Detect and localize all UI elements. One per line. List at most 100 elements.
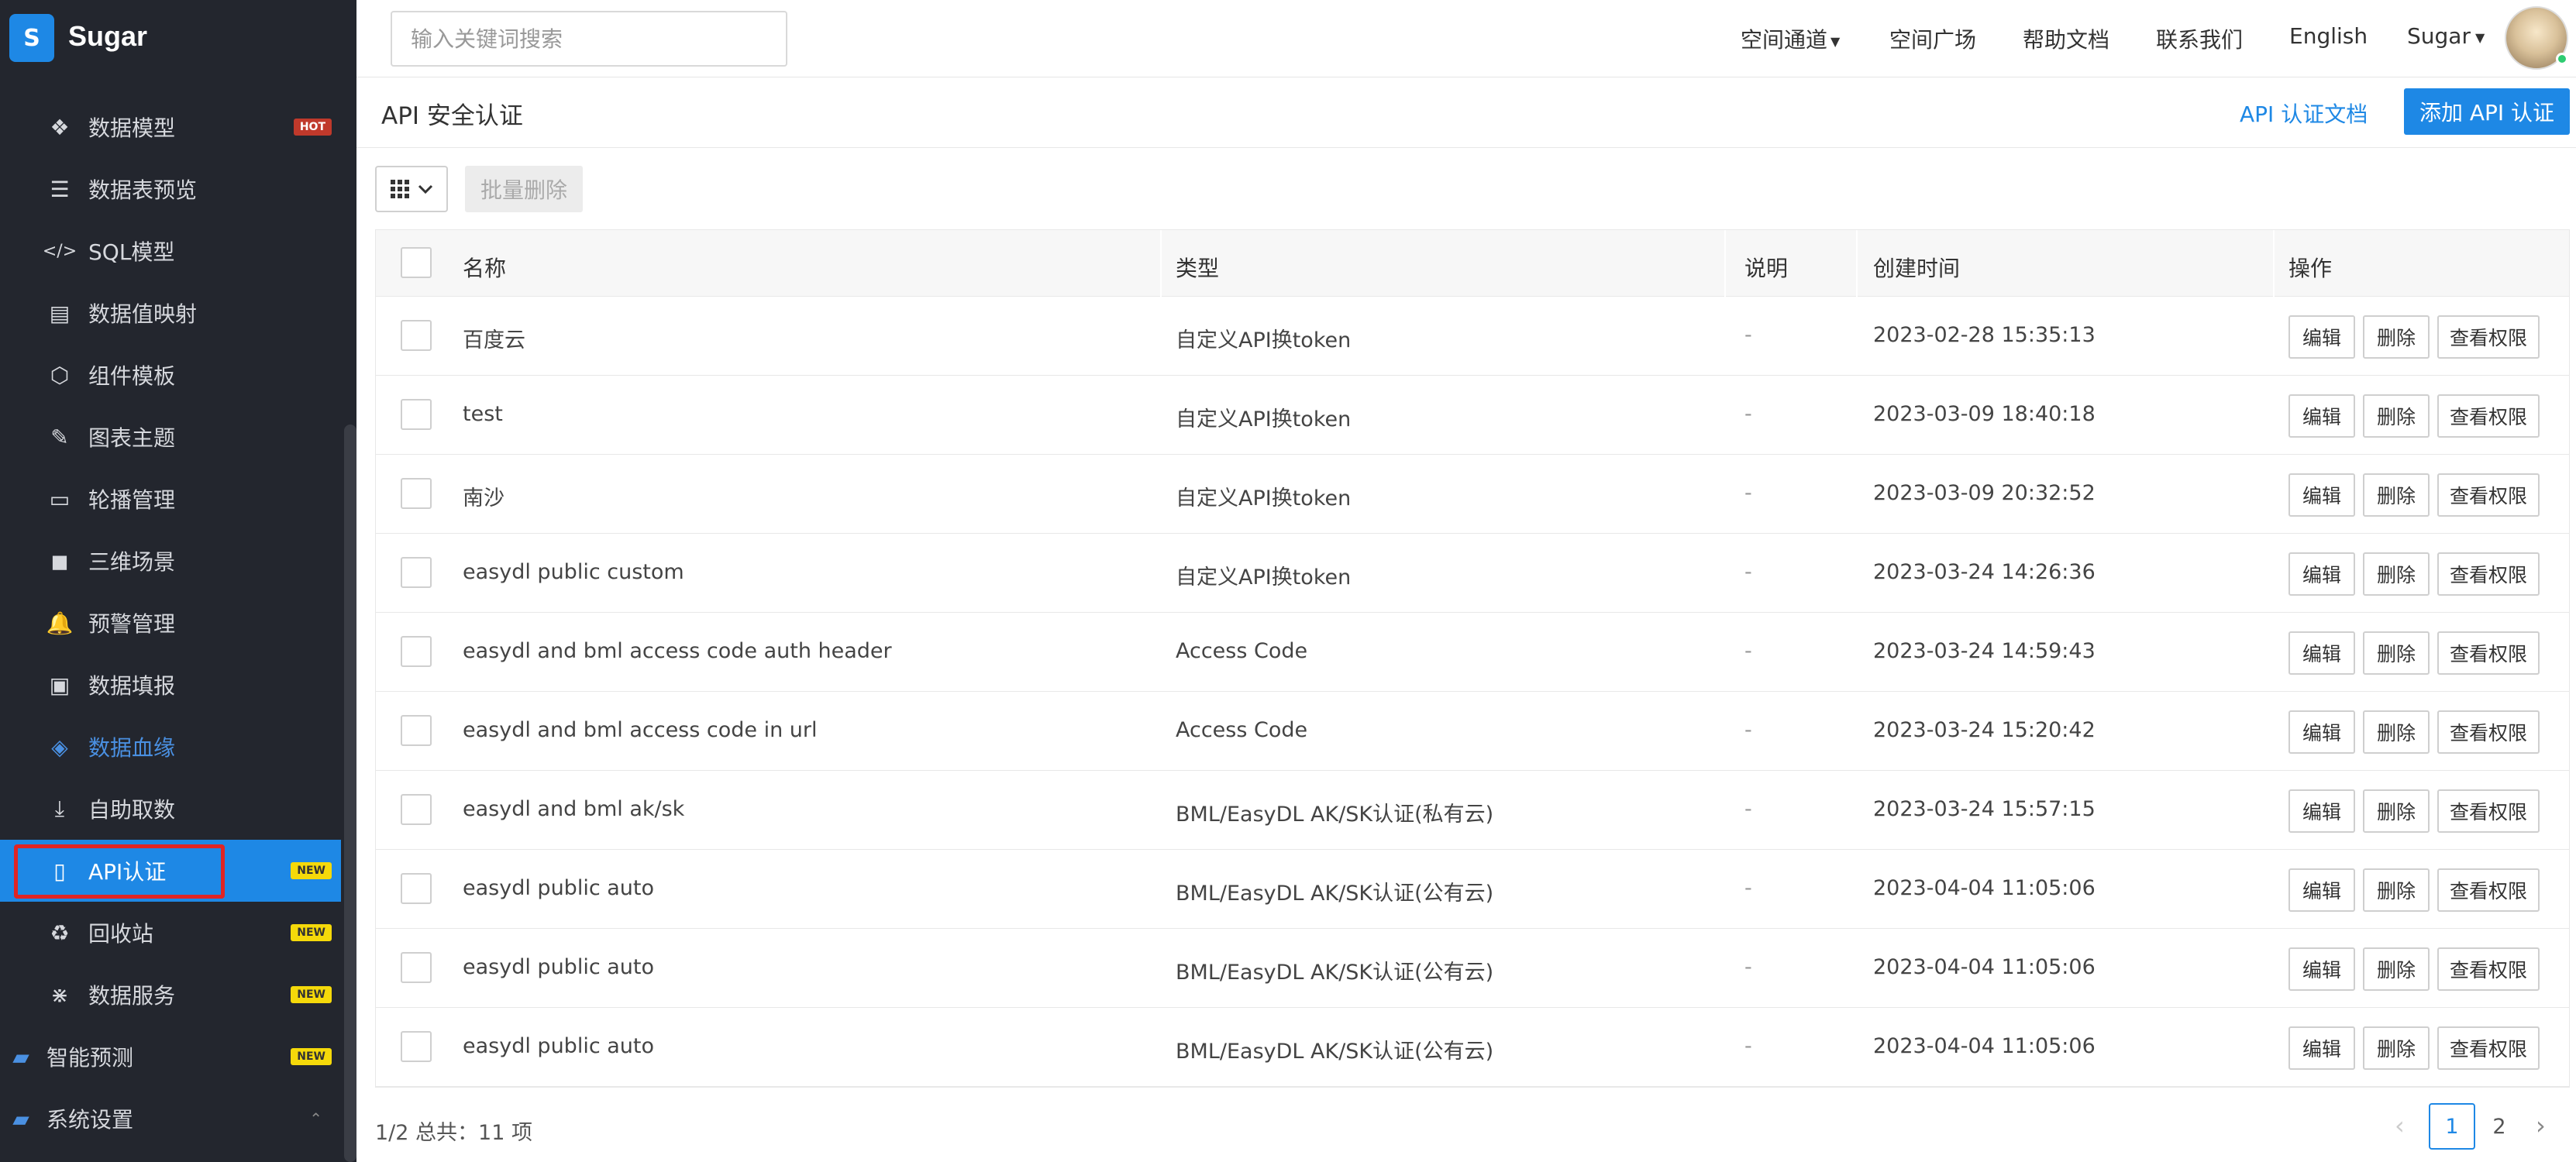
sidebar-folder-settings[interactable]: ▰ 系统设置 ⌃ — [0, 1088, 341, 1150]
sidebar-item-label: 自助取数 — [88, 797, 176, 823]
edit-button[interactable]: 编辑 — [2288, 710, 2355, 754]
new-badge: NEW — [291, 862, 332, 879]
brand[interactable]: S Sugar — [0, 0, 356, 77]
edit-button[interactable]: 编辑 — [2288, 868, 2355, 912]
delete-button[interactable]: 删除 — [2363, 394, 2430, 438]
cube-icon: ◼ — [50, 548, 69, 574]
delete-button[interactable]: 删除 — [2363, 631, 2430, 675]
row-checkbox[interactable] — [401, 715, 432, 746]
cell-desc: - — [1744, 402, 1752, 426]
chevron-down-icon — [418, 184, 433, 194]
prev-page-icon[interactable]: ‹ — [2395, 1111, 2405, 1140]
row-checkbox[interactable] — [401, 952, 432, 983]
delete-button[interactable]: 删除 — [2363, 789, 2430, 833]
next-page-icon[interactable]: › — [2536, 1111, 2546, 1140]
edit-button[interactable]: 编辑 — [2288, 1026, 2355, 1070]
view-permissions-button[interactable]: 查看权限 — [2437, 868, 2540, 912]
api-auth-doc-link[interactable]: API 认证文档 — [2240, 98, 2368, 129]
view-permissions-button[interactable]: 查看权限 — [2437, 710, 2540, 754]
sidebar-item-monitor[interactable]: ▭ 轮播管理 — [0, 468, 341, 530]
delete-button[interactable]: 删除 — [2363, 947, 2430, 991]
nav-help-docs[interactable]: 帮助文档 — [2023, 23, 2109, 54]
row-checkbox[interactable] — [401, 320, 432, 351]
layers-icon: ◈ — [51, 734, 68, 760]
row-checkbox[interactable] — [401, 636, 432, 667]
cell-name: 南沙 — [463, 486, 505, 511]
cell-desc: - — [1744, 718, 1752, 742]
sidebar-item-code[interactable]: </> SQL模型 — [0, 220, 341, 282]
sidebar-item-download[interactable]: ⤓ 自助取数 — [0, 778, 341, 840]
edit-button[interactable]: 编辑 — [2288, 315, 2355, 359]
view-permissions-button[interactable]: 查看权限 — [2437, 631, 2540, 675]
nav-space-channel[interactable]: 空间通道 ▼ — [1741, 23, 1840, 54]
delete-button[interactable]: 删除 — [2363, 552, 2430, 596]
table-row: easydl and bml access code auth header Ac… — [376, 613, 2569, 692]
nav-language[interactable]: English — [2289, 23, 2368, 49]
app-root: S Sugar ❖ 数据模型 HOT ☰ 数据表预览 </> SQL模型 ▤ 数据值映射 ⬡ 组件模… — [0, 0, 2576, 1162]
row-checkbox[interactable] — [401, 478, 432, 509]
sidebar-item-codepen[interactable]: ⬡ 组件模板 — [0, 344, 341, 406]
search-input[interactable] — [391, 11, 787, 67]
view-permissions-button[interactable]: 查看权限 — [2437, 1026, 2540, 1070]
cell-name: easydl public auto — [463, 1034, 655, 1058]
select-all-checkbox[interactable] — [401, 247, 432, 278]
table-row: easydl and bml access code in url Access … — [376, 692, 2569, 771]
row-checkbox[interactable] — [401, 794, 432, 825]
sidebar-item-bell[interactable]: 🔔 预警管理 — [0, 592, 341, 654]
nav-user-menu[interactable]: Sugar ▼ — [2407, 23, 2485, 49]
view-permissions-button[interactable]: 查看权限 — [2437, 789, 2540, 833]
delete-button[interactable]: 删除 — [2363, 710, 2430, 754]
delete-button[interactable]: 删除 — [2363, 315, 2430, 359]
nav-space-plaza[interactable]: 空间广场 — [1889, 23, 1976, 54]
sidebar-item-layers[interactable]: ◈ 数据血缘 — [0, 716, 341, 778]
add-api-auth-button[interactable]: 添加 API 认证 — [2404, 88, 2570, 135]
row-checkbox[interactable] — [401, 399, 432, 430]
nav-contact-us[interactable]: 联系我们 — [2156, 23, 2243, 54]
delete-button[interactable]: 删除 — [2363, 868, 2430, 912]
sidebar-item-cubes[interactable]: ❖ 数据模型 HOT — [0, 96, 341, 158]
view-permissions-button[interactable]: 查看权限 — [2437, 552, 2540, 596]
column-divider — [1724, 230, 1726, 297]
edit-button[interactable]: 编辑 — [2288, 947, 2355, 991]
row-checkbox[interactable] — [401, 873, 432, 904]
delete-button[interactable]: 删除 — [2363, 1026, 2430, 1070]
cell-desc: - — [1744, 1034, 1752, 1058]
brand-logo: S — [9, 14, 54, 62]
edit-button[interactable]: 编辑 — [2288, 789, 2355, 833]
sidebar-item-id-card[interactable]: ▣ 数据填报 — [0, 654, 341, 716]
sidebar-item-label: 组件模板 — [88, 363, 176, 389]
edit-button[interactable]: 编辑 — [2288, 631, 2355, 675]
delete-button[interactable]: 删除 — [2363, 473, 2430, 517]
edit-button[interactable]: 编辑 — [2288, 473, 2355, 517]
chevron-up-icon[interactable]: ⌃ — [309, 1109, 322, 1128]
batch-delete-button[interactable]: 批量删除 — [465, 166, 583, 212]
row-checkbox[interactable] — [401, 557, 432, 588]
view-permissions-button[interactable]: 查看权限 — [2437, 394, 2540, 438]
column-header-type: 类型 — [1176, 256, 1220, 281]
edit-button[interactable]: 编辑 — [2288, 552, 2355, 596]
view-permissions-button[interactable]: 查看权限 — [2437, 473, 2540, 517]
cell-name: easydl and bml access code auth header — [463, 639, 892, 663]
page-button-1[interactable]: 1 — [2429, 1103, 2475, 1150]
sidebar-item-network[interactable]: ⋇ 数据服务 NEW — [0, 964, 341, 1026]
sidebar-item-list[interactable]: ☰ 数据表预览 — [0, 158, 341, 220]
sidebar-item-book[interactable]: ▤ 数据值映射 — [0, 282, 341, 344]
view-permissions-button[interactable]: 查看权限 — [2437, 315, 2540, 359]
column-settings-button[interactable] — [375, 166, 448, 212]
brand-name: Sugar — [68, 20, 148, 52]
caret-down-icon: ▼ — [2474, 29, 2485, 45]
view-permissions-button[interactable]: 查看权限 — [2437, 947, 2540, 991]
page-button-2[interactable]: 2 — [2488, 1103, 2511, 1150]
sidebar-item-recycle[interactable]: ♻ 回收站 NEW — [0, 902, 341, 964]
column-header-created: 创建时间 — [1873, 256, 1961, 281]
sidebar-folder-prediction[interactable]: ▰ 智能预测 NEW — [0, 1026, 341, 1088]
sidebar-scrollbar[interactable] — [344, 425, 356, 1162]
row-checkbox[interactable] — [401, 1031, 432, 1062]
sidebar-item-label: 数据模型 — [88, 115, 176, 141]
sidebar-item-magic-wand[interactable]: ✎ 图表主题 — [0, 406, 341, 468]
sidebar-item-label: 轮播管理 — [88, 487, 176, 513]
edit-button[interactable]: 编辑 — [2288, 394, 2355, 438]
sidebar-item-label: 数据服务 — [88, 983, 176, 1009]
sidebar-item-label: 数据血缘 — [88, 735, 176, 761]
sidebar-item-cube[interactable]: ◼ 三维场景 — [0, 530, 341, 592]
